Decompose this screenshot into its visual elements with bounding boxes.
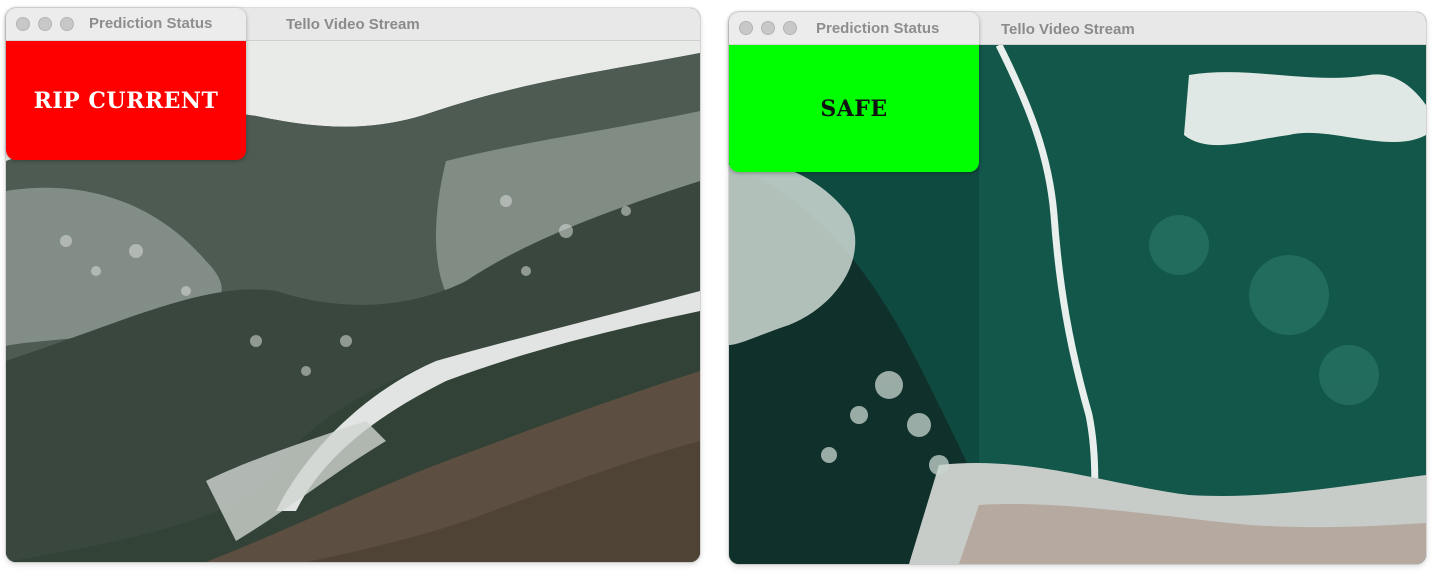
prediction-status-window[interactable]: Prediction Status SAFE [729, 12, 979, 172]
status-window-title: Prediction Status [816, 20, 940, 37]
prediction-label: RIP CURRENT [33, 87, 219, 114]
left-screen: Tello Video Stream Prediction Status RIP… [0, 0, 712, 576]
prediction-label: SAFE [820, 95, 888, 122]
prediction-panel: RIP CURRENT [6, 41, 246, 160]
status-window-titlebar[interactable]: Prediction Status [729, 12, 979, 45]
video-window-title: Tello Video Stream [1001, 21, 1135, 38]
minimize-button[interactable] [761, 21, 775, 35]
close-button[interactable] [739, 21, 753, 35]
status-window-title: Prediction Status [89, 15, 213, 32]
close-button[interactable] [16, 17, 30, 31]
prediction-panel: SAFE [729, 45, 979, 172]
window-controls [739, 21, 805, 35]
minimize-button[interactable] [38, 17, 52, 31]
zoom-button[interactable] [60, 17, 74, 31]
status-window-titlebar[interactable]: Prediction Status [6, 8, 246, 41]
zoom-button[interactable] [783, 21, 797, 35]
video-window-title: Tello Video Stream [286, 16, 420, 33]
right-screen: Tello Video Stream Prediction Status SAF… [716, 0, 1432, 576]
window-controls [16, 17, 82, 31]
prediction-status-window[interactable]: Prediction Status RIP CURRENT [6, 8, 246, 160]
